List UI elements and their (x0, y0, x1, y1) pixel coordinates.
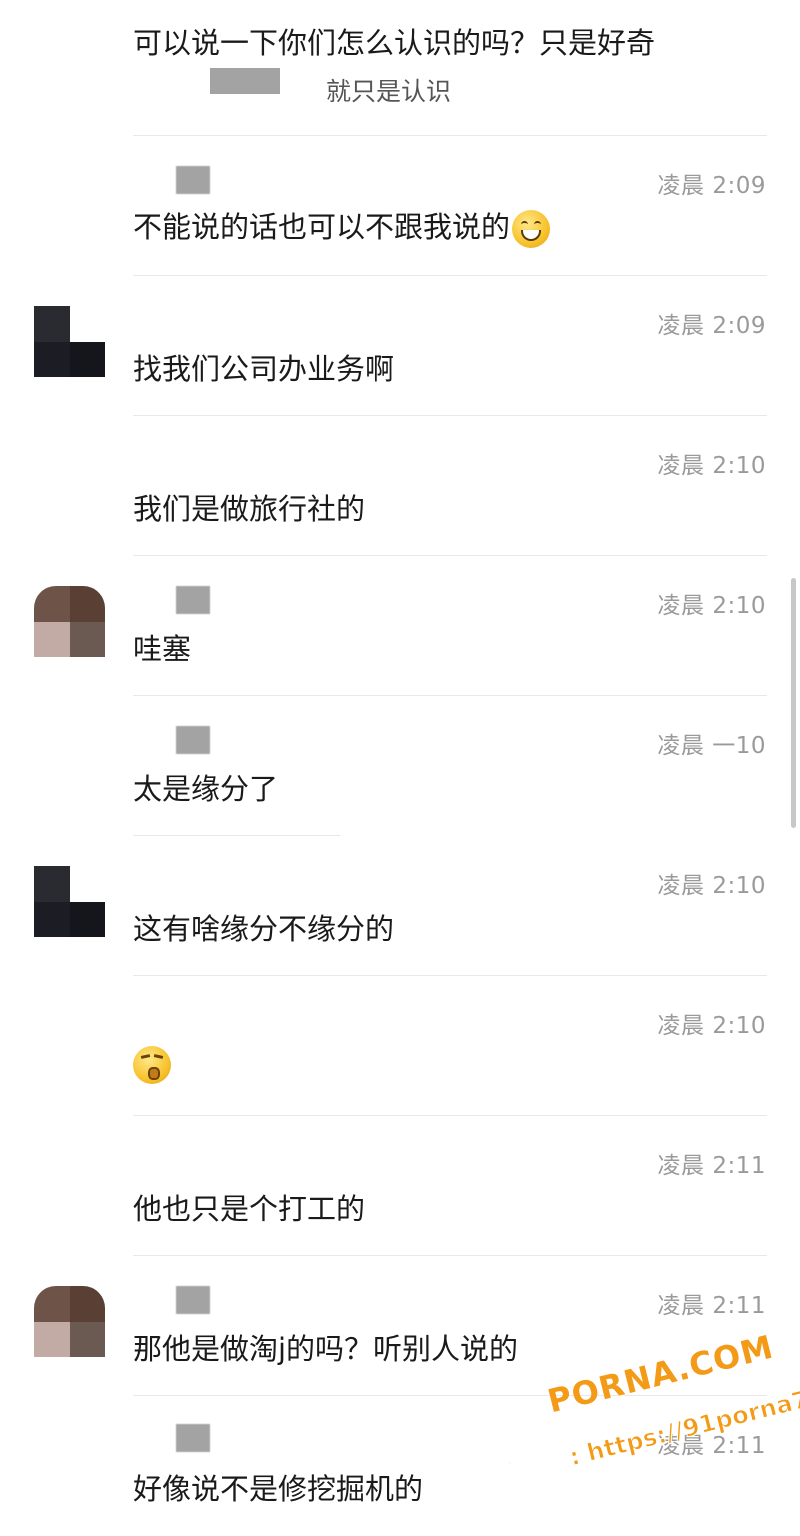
reply-quote-name-blur (210, 68, 280, 94)
message-row[interactable]: 凌晨 2:10 我们是做旅行社的 (0, 416, 800, 556)
message-text: 我们是做旅行社的 (133, 492, 366, 526)
avatar[interactable] (34, 866, 105, 937)
message-text-content: 不能说的话也可以不跟我说的 (133, 210, 511, 244)
message-row[interactable]: 凌晨 一10 太是缘分了 (0, 696, 800, 836)
message-row[interactable]: 凌晨 2:10 这有啥缘分不缘分的 (0, 836, 800, 976)
message-time: 凌晨 2:09 (657, 173, 766, 199)
message-text: 不能说的话也可以不跟我说的 (133, 204, 551, 248)
message-time: 凌晨 2:10 (657, 593, 766, 619)
reply-quote: 就只是认识 (326, 77, 452, 106)
message-row[interactable]: 凌晨 2:10 哇塞 (0, 556, 800, 696)
grinning-face-icon (512, 210, 551, 248)
sender-name (176, 1424, 210, 1452)
sender-name (176, 586, 210, 614)
sender-name (176, 1286, 210, 1314)
message-time: 凌晨 2:10 (657, 453, 766, 479)
message-text: 好像说不是修挖掘机的 (133, 1472, 424, 1506)
message-text: 这有啥缘分不缘分的 (133, 912, 395, 946)
message-time: 凌晨 2:10 (657, 1013, 766, 1039)
message-row[interactable]: 凌晨 2:10 (0, 976, 800, 1116)
sender-name (176, 726, 210, 754)
sender-name (176, 166, 210, 194)
kissing-face-icon (133, 1046, 171, 1084)
message-row[interactable]: 可以说一下你们怎么认识的吗？只是好奇 就只是认识 (0, 0, 800, 136)
avatar[interactable] (34, 306, 105, 377)
avatar[interactable] (34, 586, 105, 657)
scrollbar[interactable] (791, 578, 796, 828)
avatar[interactable] (34, 1286, 105, 1357)
message-text: 那他是做淘j的吗？听别人说的 (133, 1332, 519, 1366)
message-row[interactable]: 凌晨 2:09 找我们公司办业务啊 (0, 276, 800, 416)
message-time: 凌晨 一10 (657, 733, 766, 759)
message-row[interactable]: 凌晨 2:11 他也只是个打工的 (0, 1116, 800, 1256)
message-text: 他也只是个打工的 (133, 1192, 366, 1226)
message-row[interactable]: 凌晨 2:09 不能说的话也可以不跟我说的 (0, 136, 800, 276)
message-text: 可以说一下你们怎么认识的吗？只是好奇 (133, 26, 656, 60)
message-text: 太是缘分了 (133, 772, 279, 806)
message-time: 凌晨 2:11 (657, 1293, 766, 1319)
message-time: 凌晨 2:11 (657, 1153, 766, 1179)
message-time: 凌晨 2:10 (657, 873, 766, 899)
message-text: 哇塞 (133, 632, 192, 666)
message-time: 凌晨 2:09 (657, 313, 766, 339)
message-text: 找我们公司办业务啊 (133, 352, 395, 386)
